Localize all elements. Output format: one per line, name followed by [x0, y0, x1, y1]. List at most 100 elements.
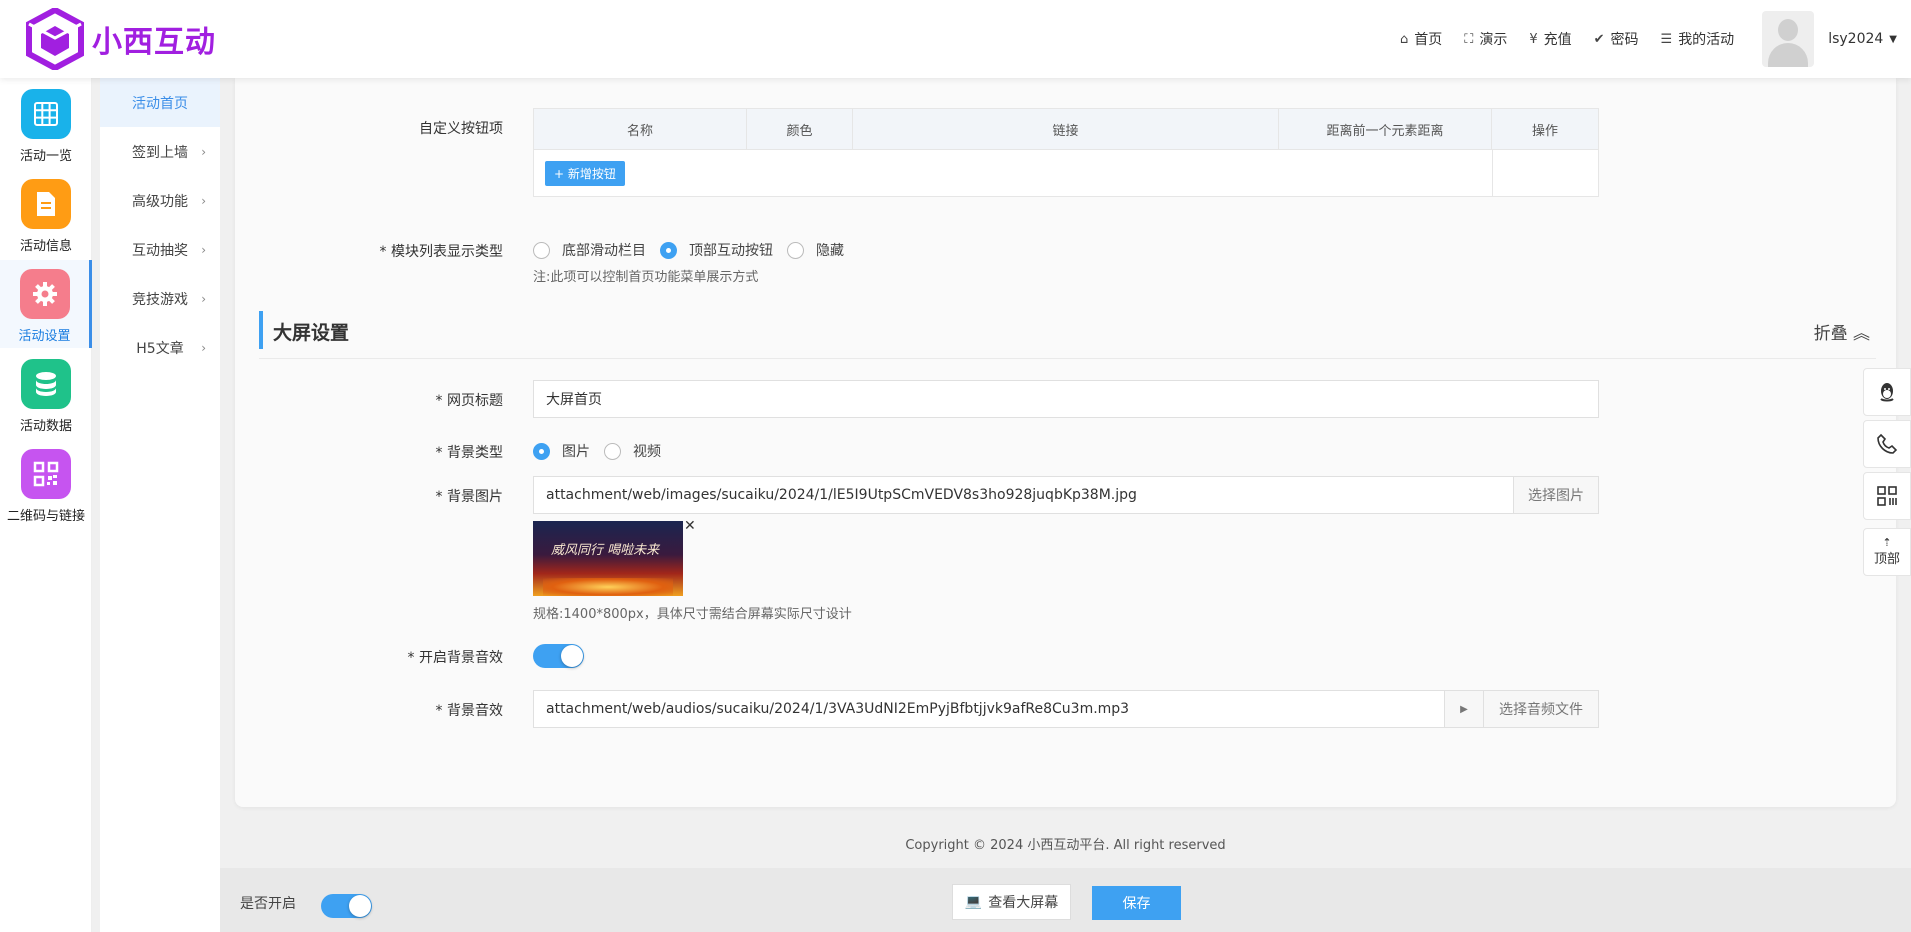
table-header-link: 链接 [853, 109, 1279, 150]
bg-image-label: * 背景图片 [435, 489, 503, 505]
table-header-distance: 距离前一个元素距离 [1279, 109, 1492, 150]
page-title-input[interactable]: 大屏首页 [533, 380, 1599, 418]
top-nav: ⌂ 首页 ⛶ 演示 ¥ 充值 ✔ 密码 ☰ 我的活动 lsy2024 ▼ [1400, 0, 1911, 78]
nav-password-label: 密码 [1610, 32, 1639, 48]
bigscreen-section-header: 大屏设置 折叠 ︽ [259, 311, 1876, 349]
custom-buttons-label: 自定义按钮项 [419, 121, 503, 137]
radio-video[interactable] [604, 442, 621, 460]
play-audio-icon[interactable]: ▶ [1444, 690, 1484, 728]
back-to-top-label: 顶部 [1873, 552, 1900, 567]
sidebar-item-activity-list[interactable]: 活动一览 [0, 80, 92, 168]
subnav-item-h5-article[interactable]: H5文章 › [100, 323, 220, 372]
sidebar-item-label: 二维码与链接 [6, 509, 85, 524]
gear-icon [19, 269, 70, 319]
divider [259, 358, 1876, 359]
qrcode-float-icon[interactable] [1863, 472, 1911, 520]
radio-image[interactable] [533, 442, 550, 460]
nav-home[interactable]: ⌂ 首页 [1400, 29, 1442, 49]
chevron-right-icon: › [201, 144, 206, 159]
chevron-right-icon: › [201, 291, 206, 306]
sidebar-item-qrcode[interactable]: 二维码与链接 [0, 440, 92, 528]
preview-glow [543, 578, 673, 596]
nav-demo-label: 演示 [1479, 32, 1508, 48]
document-icon [21, 179, 71, 229]
grid-icon [21, 89, 71, 139]
nav-home-label: 首页 [1414, 32, 1443, 48]
bg-sound-label: * 背景音效 [435, 703, 503, 719]
remove-image-icon[interactable]: ✕ [684, 518, 696, 534]
database-icon [21, 359, 71, 409]
phone-icon[interactable] [1863, 420, 1911, 468]
sidebar-item-label: 活动一览 [19, 149, 72, 164]
sidebar-item-activity-data[interactable]: 活动数据 [0, 350, 92, 438]
chevron-right-icon: › [201, 193, 206, 208]
back-to-top-button[interactable]: ⇡ 顶部 [1863, 528, 1911, 576]
sidebar-item-activity-info[interactable]: 活动信息 [0, 170, 92, 258]
radio-label: 视频 [633, 444, 661, 460]
table-header-name: 名称 [534, 109, 747, 150]
subnav-item-advanced[interactable]: 高级功能 › [100, 176, 220, 225]
radio-bottom-slide[interactable] [533, 241, 550, 259]
sidebar-item-activity-settings[interactable]: 活动设置 [0, 260, 92, 348]
header: 小西互动 ⌂ 首页 ⛶ 演示 ¥ 充值 ✔ 密码 ☰ 我的活动 lsy2024 ▼ [0, 0, 1911, 78]
subnav-item-signin-wall[interactable]: 签到上墙 › [100, 127, 220, 176]
bg-sound-switch-label: * 开启背景音效 [407, 650, 503, 666]
table-header-color: 颜色 [747, 109, 853, 150]
radio-top-buttons[interactable] [660, 241, 677, 259]
bg-image-input[interactable]: attachment/web/images/sucaiku/2024/1/lE5… [533, 476, 1514, 514]
check-circle-icon: ✔ [1593, 31, 1605, 47]
radio-label: 隐藏 [816, 243, 844, 259]
user-menu[interactable]: lsy2024 ▼ [1828, 31, 1897, 47]
sidebar-item-label: 活动设置 [18, 329, 71, 344]
subnav-item-games[interactable]: 竞技游戏 › [100, 274, 220, 323]
page-title-label: * 网页标题 [435, 393, 503, 409]
caret-down-icon: ▼ [1889, 33, 1897, 45]
nav-demo[interactable]: ⛶ 演示 [1464, 29, 1507, 49]
nav-recharge-label: 充值 [1543, 32, 1572, 48]
subnav-item-label: 活动首页 [132, 95, 188, 112]
module-display-radios: 底部滑动栏目 顶部互动按钮 隐藏 [533, 240, 858, 260]
section-title: 大屏设置 [273, 322, 350, 344]
qq-icon[interactable] [1863, 368, 1911, 416]
bg-type-label: * 背景类型 [435, 445, 503, 461]
bg-sound-toggle[interactable] [533, 644, 584, 668]
radio-hidden[interactable] [787, 241, 804, 259]
subnav-item-label: 签到上墙 [132, 144, 188, 161]
username: lsy2024 [1828, 31, 1884, 47]
nav-my-activities[interactable]: ☰ 我的活动 [1661, 29, 1735, 49]
sidebar-item-label: 活动信息 [19, 239, 72, 254]
avatar[interactable] [1762, 11, 1815, 67]
enabled-toggle[interactable] [321, 894, 372, 918]
subnav-item-label: 高级功能 [132, 193, 188, 210]
nav-password[interactable]: ✔ 密码 [1594, 29, 1639, 49]
module-display-label: * 模块列表显示类型 [379, 244, 503, 260]
subnav-item-lottery[interactable]: 互动抽奖 › [100, 225, 220, 274]
fold-toggle[interactable]: 折叠 ︽ [1814, 319, 1870, 344]
table-divider [1492, 150, 1493, 197]
list-icon: ☰ [1660, 31, 1673, 47]
nav-my-activities-label: 我的活动 [1678, 32, 1735, 48]
view-bigscreen-button[interactable]: 💻 查看大屏幕 [952, 884, 1071, 920]
fold-label: 折叠 [1813, 324, 1848, 344]
radio-label: 图片 [562, 444, 590, 460]
subnav-item-label: 互动抽奖 [132, 242, 188, 259]
nav-recharge[interactable]: ¥ 充值 [1529, 29, 1571, 49]
bg-sound-input[interactable]: attachment/web/audios/sucaiku/2024/1/3VA… [533, 690, 1445, 728]
bg-image-preview: 威风同行 喝啦未来 [533, 521, 683, 596]
table-header-operation: 操作 [1492, 109, 1598, 150]
choose-audio-button[interactable]: 选择音频文件 [1483, 690, 1599, 728]
arrow-up-icon: ⇡ [1882, 536, 1892, 549]
logo[interactable]: 小西互动 [26, 8, 216, 70]
chevron-right-icon: › [201, 340, 206, 355]
module-display-hint: 注:此项可以控制首页功能菜单展示方式 [533, 270, 759, 285]
chevrons-up-icon: ︽ [1853, 324, 1870, 344]
subnav-item-home[interactable]: 活动首页 [100, 78, 220, 127]
choose-image-button[interactable]: 选择图片 [1513, 476, 1599, 514]
sub-nav: 活动首页 签到上墙 › 高级功能 › 互动抽奖 › 竞技游戏 › H5文章 › [100, 78, 220, 932]
save-button[interactable]: 保存 [1092, 886, 1181, 920]
brand-name: 小西互动 [92, 25, 216, 60]
add-button[interactable]: + 新增按钮 [545, 161, 625, 186]
sidebar-item-label: 活动数据 [19, 419, 72, 434]
home-icon: ⌂ [1399, 31, 1409, 47]
subnav-item-label: 竞技游戏 [132, 291, 188, 308]
